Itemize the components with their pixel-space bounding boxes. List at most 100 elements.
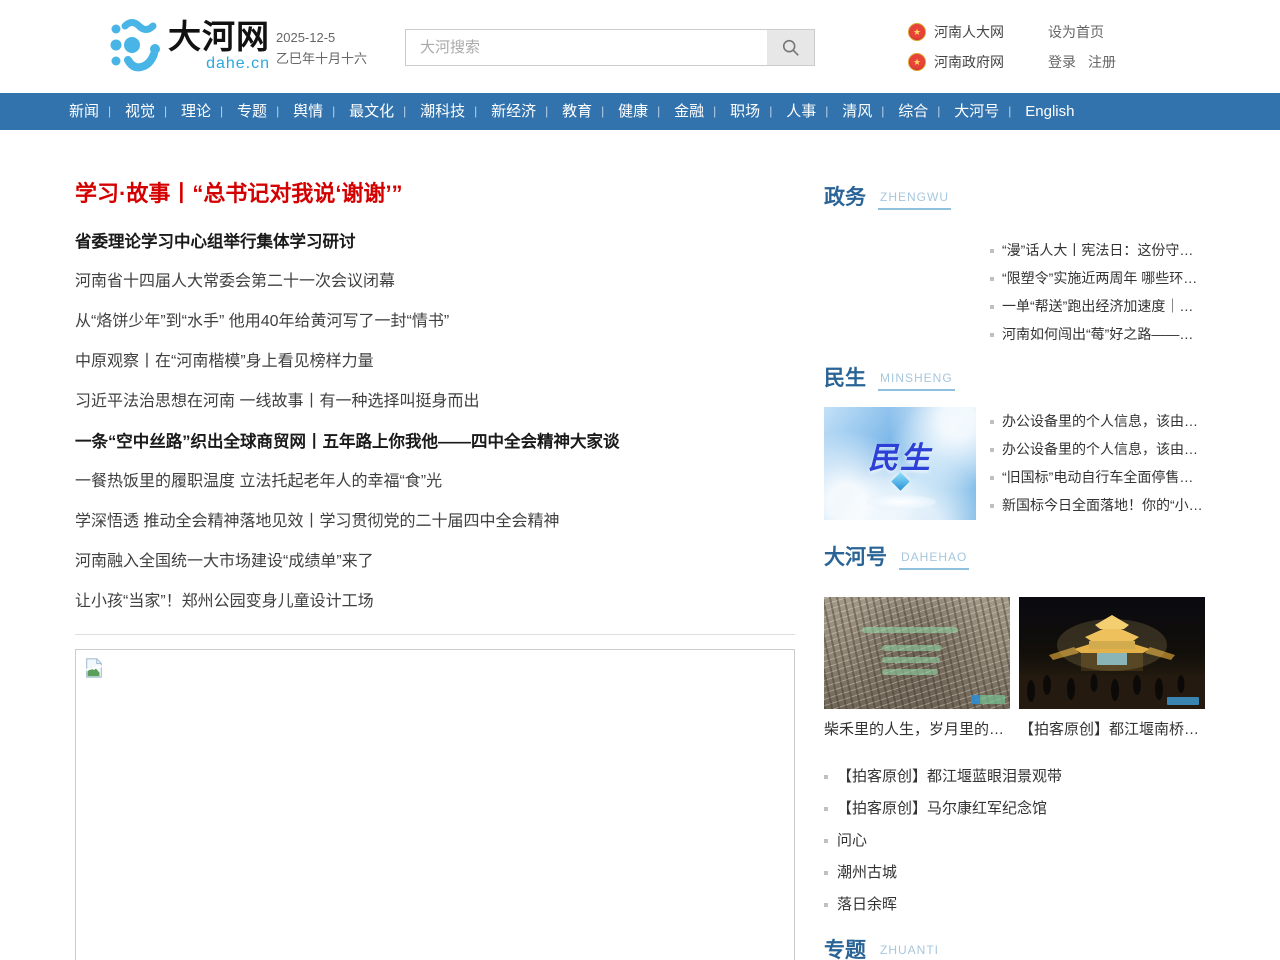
broken-image-icon	[83, 657, 105, 679]
section-title-zhuanti[interactable]: 专题	[824, 939, 866, 960]
dahehao-card-firewood-photo[interactable]	[824, 597, 1010, 709]
nav-item-general[interactable]: 综合	[885, 93, 941, 130]
nav-item-education[interactable]: 教育	[549, 93, 605, 130]
nav-item-special[interactable]: 专题	[224, 93, 280, 130]
headline-link[interactable]: 省委理论学习中心组举行集体学习研讨	[75, 222, 795, 262]
headline-link[interactable]: 从“烙饼少年”到“水手” 他用40年给黄河写了一封“情书”	[75, 302, 795, 342]
zhengwu-block: “漫”话人大丨宪法日：这份守… “限塑令”实施近两周年 哪些环… 一单“帮送”跑…	[824, 236, 1205, 349]
photo-overlay-text-bar	[882, 657, 940, 663]
dahehao-item[interactable]: 潮州古城	[824, 857, 1205, 889]
henan-gov-label: 河南政府网	[934, 52, 1004, 72]
dahehao-item[interactable]: 【拍客原创】都江堰蓝眼泪景观带	[824, 761, 1205, 793]
search-bar	[405, 29, 815, 66]
nav-item-culture[interactable]: 最文化	[336, 93, 407, 130]
dahehao-item[interactable]: 落日余晖	[824, 889, 1205, 921]
gov-links: ★ 河南人大网 ★ 河南政府网	[908, 20, 1004, 80]
nav-item-english[interactable]: English	[1012, 93, 1087, 130]
nav-item-finance[interactable]: 金融	[661, 93, 717, 130]
headline-link[interactable]: 一餐热饭里的履职温度 立法托起老年人的幸福“食”光	[75, 462, 795, 502]
minsheng-list: 办公设备里的个人信息，该由… 办公设备里的个人信息，该由… “旧国标”电动自行车…	[990, 407, 1203, 520]
account-links: 设为首页 登录 注册	[1048, 20, 1128, 80]
headline-link[interactable]: 让小孩“当家”！郑州公园变身儿童设计工场	[75, 582, 795, 622]
minsheng-promo-image[interactable]: 民生	[824, 407, 976, 520]
site-logo[interactable]: 大河网 dahe.cn	[108, 18, 270, 74]
dahehao-item[interactable]: 问心	[824, 825, 1205, 857]
minsheng-item[interactable]: “旧国标”电动自行车全面停售…	[990, 463, 1203, 491]
main-image-placeholder	[75, 649, 795, 960]
minsheng-item[interactable]: 新国标今日全面落地！你的“小…	[990, 491, 1203, 519]
zhengwu-item[interactable]: 河南如何闯出“莓”好之路——…	[990, 320, 1197, 348]
nav-item-visual[interactable]: 视觉	[112, 93, 168, 130]
watermark-icon	[971, 695, 1005, 704]
photo-overlay-text-bar	[862, 627, 958, 633]
register-link[interactable]: 注册	[1088, 52, 1116, 72]
top-headline[interactable]: 学习·故事丨“总书记对我说‘谢谢’”	[75, 176, 795, 208]
date-lunar: 乙巳年十月十六	[276, 48, 367, 69]
minsheng-image-text: 民生	[824, 433, 976, 477]
dahehao-captions: 柴禾里的人生，岁月里的… 【拍客原创】都江堰南桥…	[824, 718, 1205, 739]
link-henan-gov[interactable]: ★ 河南政府网	[908, 50, 1004, 74]
page-content: 学习·故事丨“总书记对我说‘谢谢’” 省委理论学习中心组举行集体学习研讨 河南省…	[75, 130, 1205, 960]
nav-item-tech[interactable]: 潮科技	[407, 93, 478, 130]
nav-item-news[interactable]: 新闻	[56, 93, 112, 130]
header-date: 2025-12-5 乙巳年十月十六	[276, 27, 367, 69]
sidebar: 政务 ZHENGWU “漫”话人大丨宪法日：这份守… “限塑令”实施近两周年 哪…	[824, 130, 1205, 960]
card-caption[interactable]: 柴禾里的人生，岁月里的…	[824, 718, 1010, 739]
dahehao-item[interactable]: 【拍客原创】马尔康红军纪念馆	[824, 793, 1205, 825]
headline-link[interactable]: 中原观察丨在“河南楷模”身上看见榜样力量	[75, 342, 795, 382]
nav-item-qingfeng[interactable]: 清风	[829, 93, 885, 130]
dahehao-list: 【拍客原创】都江堰蓝眼泪景观带 【拍客原创】马尔康红军纪念馆 问心 潮州古城 落…	[824, 761, 1205, 921]
search-button[interactable]	[767, 30, 814, 65]
section-dahehao-header: 大河号 DAHEHAO	[824, 544, 1205, 570]
zhengwu-item[interactable]: “限塑令”实施近两周年 哪些环…	[990, 264, 1197, 292]
henan-renda-label: 河南人大网	[934, 22, 1004, 42]
zhengwu-list: “漫”话人大丨宪法日：这份守… “限塑令”实施近两周年 哪些环… 一单“帮送”跑…	[990, 236, 1197, 349]
headline-link[interactable]: 学深悟透 推动全会精神落地见效丨学习贯彻党的二十届四中全会精神	[75, 502, 795, 542]
section-pinyin-zhuanti: ZHUANTI	[878, 944, 941, 960]
minsheng-item[interactable]: 办公设备里的个人信息，该由…	[990, 435, 1203, 463]
headline-link[interactable]: 一条“空中丝路”织出全球商贸网丨五年路上你我他——四中全会精神大家谈	[75, 422, 795, 462]
section-pinyin-dahehao: DAHEHAO	[899, 551, 969, 570]
nav-item-theory[interactable]: 理论	[168, 93, 224, 130]
photo-overlay-text-bar	[882, 645, 942, 651]
headline-link[interactable]: 河南省十四届人大常委会第二十一次会议闭幕	[75, 262, 795, 302]
zhengwu-item[interactable]: 一单“帮送”跑出经济加速度｜…	[990, 292, 1197, 320]
login-link[interactable]: 登录	[1048, 52, 1076, 72]
nav-list: 新闻 视觉 理论 专题 舆情 最文化 潮科技 新经济 教育 健康 金融 职场 人…	[56, 93, 1280, 130]
section-title-minsheng[interactable]: 民生	[824, 367, 866, 391]
section-title-zhengwu[interactable]: 政务	[824, 186, 866, 210]
minsheng-block: 民生 办公设备里的个人信息，该由… 办公设备里的个人信息，该由… “旧国标”电动…	[824, 407, 1205, 520]
photo-overlay-text-bar	[882, 669, 938, 675]
national-emblem-icon: ★	[908, 23, 926, 41]
section-pinyin-zhengwu: ZHENGWU	[878, 191, 951, 210]
night-bridge-illustration	[1019, 597, 1205, 709]
logo-domain: dahe.cn	[206, 56, 270, 72]
dahehao-card-nanqiao-photo[interactable]	[1019, 597, 1205, 709]
nav-item-dahehao[interactable]: 大河号	[941, 93, 1012, 130]
zhengwu-image-placeholder	[824, 236, 976, 349]
section-title-dahehao[interactable]: 大河号	[824, 546, 887, 570]
minsheng-item[interactable]: 办公设备里的个人信息，该由…	[990, 407, 1203, 435]
section-zhuanti-header: 专题 ZHUANTI	[824, 937, 1205, 960]
site-header: 大河网 dahe.cn 2025-12-5 乙巳年十月十六 ★ 河南人大网 ★ …	[0, 0, 1280, 93]
section-minsheng-header: 民生 MINSHENG	[824, 365, 1205, 391]
nav-item-health[interactable]: 健康	[605, 93, 661, 130]
set-homepage-link[interactable]: 设为首页	[1048, 22, 1104, 42]
dahe-logo-icon	[108, 18, 162, 74]
nav-item-new-economy[interactable]: 新经济	[478, 93, 549, 130]
link-henan-renda[interactable]: ★ 河南人大网	[908, 20, 1004, 44]
date-gregorian: 2025-12-5	[276, 27, 367, 48]
dahehao-cards	[824, 597, 1205, 709]
nav-item-personnel[interactable]: 人事	[773, 93, 829, 130]
headline-link[interactable]: 习近平法治思想在河南 一线故事丨有一种选择叫挺身而出	[75, 382, 795, 422]
main-navbar: 新闻 视觉 理论 专题 舆情 最文化 潮科技 新经济 教育 健康 金融 职场 人…	[0, 93, 1280, 130]
card-caption[interactable]: 【拍客原创】都江堰南桥…	[1019, 718, 1205, 739]
section-zhengwu-header: 政务 ZHENGWU	[824, 184, 1205, 210]
nav-item-public-opinion[interactable]: 舆情	[280, 93, 336, 130]
logo-title: 大河网	[168, 20, 270, 54]
section-pinyin-minsheng: MINSHENG	[878, 372, 955, 391]
nav-item-workplace[interactable]: 职场	[717, 93, 773, 130]
zhengwu-item[interactable]: “漫”话人大丨宪法日：这份守…	[990, 236, 1197, 264]
search-input[interactable]	[406, 30, 767, 65]
headline-link[interactable]: 河南融入全国统一大市场建设“成绩单”来了	[75, 542, 795, 582]
